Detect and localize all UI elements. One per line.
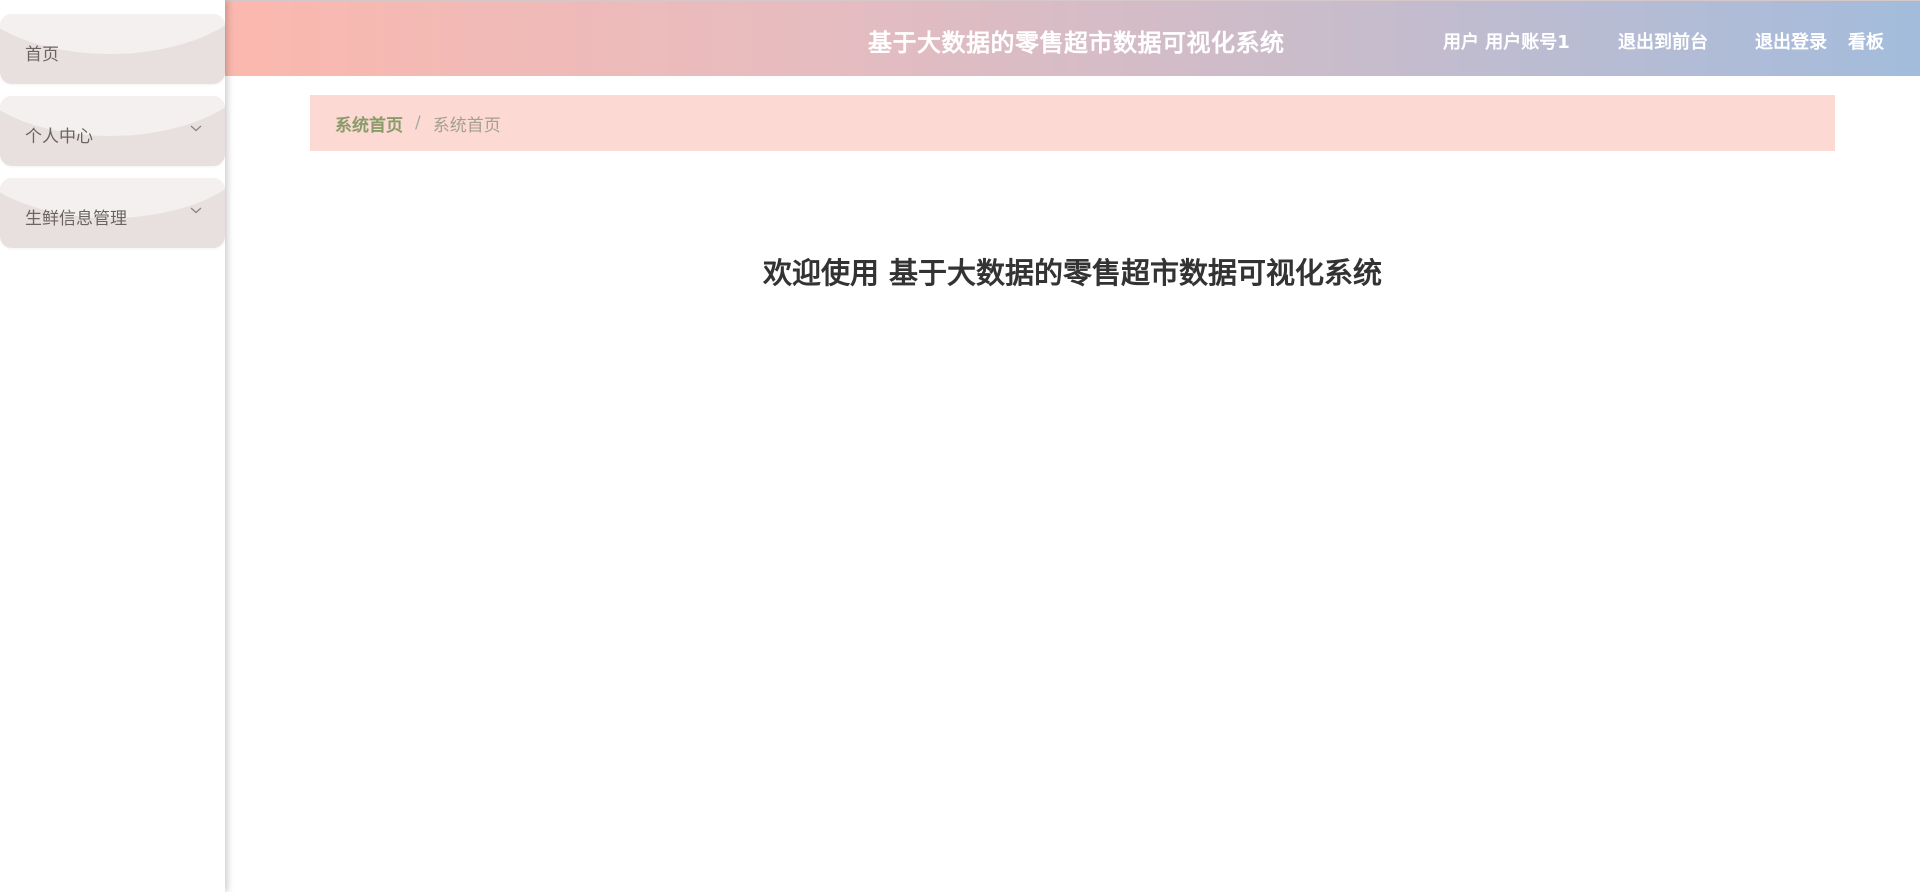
sidebar-item-personal-center[interactable]: 个人中心 [0,96,225,166]
breadcrumb-separator: / [415,113,421,133]
app-title: 基于大数据的零售超市数据可视化系统 [868,29,1285,57]
sidebar: 首页 个人中心 生鲜信息管理 [0,0,225,892]
breadcrumb-home-link[interactable]: 系统首页 [335,111,403,136]
dashboard-link[interactable]: 看板 [1848,28,1884,54]
top-header: 基于大数据的零售超市数据可视化系统 用户 用户账号1 退出到前台 退出登录 看板 [225,0,1920,76]
chevron-down-icon [189,121,203,135]
sidebar-item-home[interactable]: 首页 [0,14,225,84]
user-account-label: 用户 用户账号1 [1443,32,1570,53]
sidebar-item-label: 首页 [25,45,59,65]
welcome-heading: 欢迎使用 基于大数据的零售超市数据可视化系统 [762,256,1383,290]
exit-to-front-link[interactable]: 退出到前台 [1618,28,1708,54]
breadcrumb: 系统首页 / 系统首页 [310,95,1835,151]
app-root: 首页 个人中心 生鲜信息管理 基于大数据的零售超市数据可视化系统 用户 用户账号… [0,0,1920,892]
sidebar-item-label: 生鲜信息管理 [25,209,127,229]
logout-link[interactable]: 退出登录 [1755,28,1827,54]
chevron-down-icon [189,203,203,217]
breadcrumb-current: 系统首页 [432,115,501,136]
sidebar-item-label: 个人中心 [25,127,93,147]
sidebar-item-fresh-info-management[interactable]: 生鲜信息管理 [0,178,225,248]
